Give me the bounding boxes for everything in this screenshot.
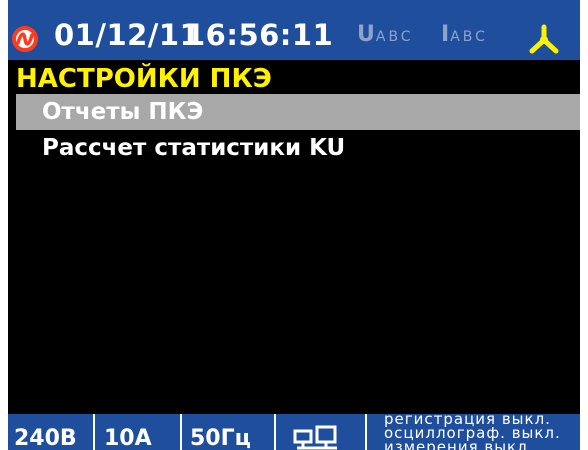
top-status-bar: 01/12/11 16:56:11 UABC IABC [8,0,580,60]
divider [365,414,367,450]
brand-logo-icon [12,26,38,52]
voltage-range: 240В [14,426,77,450]
voltage-indicator-main: U [357,22,376,47]
menu-item-pqe-reports[interactable]: Отчеты ПКЭ [16,94,580,130]
date-display: 01/12/11 [54,18,201,52]
divider [93,414,95,450]
voltage-indicator: UABC [357,22,414,50]
status-lines: регистрация выкл. осциллограф. выкл. изм… [384,412,561,450]
network-computers-icon [293,425,337,450]
menu-title: НАСТРОЙКИ ПКЭ [16,64,272,94]
bottom-status-bar: 240В 10А 50Гц регистрация выкл. осциллог… [8,412,580,450]
menu-item-ku-statistics[interactable]: Рассчет статистики KU [16,130,580,166]
current-range: 10А [104,426,152,450]
frequency-value: 50Гц [190,426,251,450]
time-display: 16:56:11 [185,18,334,52]
device-screen: 01/12/11 16:56:11 UABC IABC НАСТРОЙКИ ПК… [8,0,580,450]
divider [180,414,182,450]
current-indicator-main: I [441,22,451,47]
voltage-indicator-sub: ABC [375,29,414,45]
current-indicator: IABC [441,22,488,50]
three-phase-star-icon [529,24,559,54]
divider [274,414,276,450]
current-indicator-sub: ABC [450,29,488,45]
